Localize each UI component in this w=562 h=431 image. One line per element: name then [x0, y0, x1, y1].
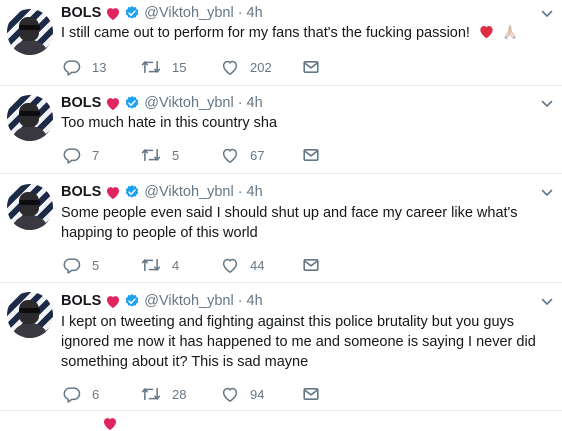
envelope-icon [303, 259, 319, 271]
tweet-timestamp[interactable]: 4h [247, 184, 263, 200]
reply-button[interactable]: 5 [63, 255, 99, 275]
reply-icon [63, 147, 81, 164]
direct-message-button[interactable] [303, 145, 319, 165]
like-button[interactable]: 94 [221, 384, 264, 404]
retweet-button[interactable]: 4 [141, 255, 179, 275]
heart-outline-icon [222, 148, 238, 163]
like-count: 67 [250, 147, 265, 163]
direct-message-button[interactable] [303, 384, 319, 404]
display-name[interactable]: BOLS [61, 5, 101, 21]
retweet-button[interactable]: 15 [141, 57, 186, 77]
envelope-icon [303, 61, 319, 73]
reply-icon [63, 386, 81, 403]
like-count: 202 [250, 59, 272, 75]
tweet-timestamp[interactable]: 4h [247, 293, 263, 309]
heart-outline-icon [222, 258, 238, 273]
red-heart-icon [107, 7, 120, 20]
red-heart-icon [107, 295, 120, 308]
direct-message-button[interactable] [303, 57, 319, 77]
heart-outline-icon [222, 60, 238, 75]
avatar[interactable] [7, 9, 53, 55]
reply-count: 13 [92, 59, 107, 75]
retweet-count: 15 [172, 59, 187, 75]
reply-button[interactable]: 13 [63, 57, 106, 77]
retweet-count: 28 [172, 386, 187, 402]
retweet-icon [141, 387, 161, 401]
chevron-down-icon[interactable] [541, 298, 553, 306]
reply-count: 5 [92, 257, 100, 273]
user-handle[interactable]: @Viktoh_ybnl [144, 5, 233, 21]
reply-icon [63, 59, 81, 76]
retweet-count: 5 [172, 147, 180, 163]
tweet-text: I still came out to perform for my fans … [61, 25, 470, 41]
tweet-text: I kept on tweeting and fighting against … [61, 314, 536, 370]
reply-button[interactable]: 6 [63, 384, 99, 404]
user-handle[interactable]: @Viktoh_ybnl [144, 293, 233, 309]
like-count: 44 [250, 257, 265, 273]
reply-button[interactable]: 7 [63, 145, 99, 165]
retweet-button[interactable]: 5 [141, 145, 179, 165]
tweet-text: Too much hate in this country sha [61, 115, 278, 131]
direct-message-button[interactable] [303, 255, 319, 275]
envelope-icon [303, 149, 319, 161]
retweet-count: 4 [172, 257, 180, 273]
reply-icon [63, 257, 81, 274]
red-heart-icon [107, 186, 120, 199]
tweet-timestamp[interactable]: 4h [247, 5, 263, 21]
retweet-icon [141, 60, 161, 74]
tweet-timestamp[interactable]: 4h [247, 95, 263, 111]
verified-badge-icon [125, 96, 139, 109]
envelope-icon [303, 388, 319, 400]
tweet-1[interactable]: BOLS @Viktoh_ybnl · 4h I still came out … [0, 0, 562, 86]
like-button[interactable]: 44 [221, 255, 264, 275]
retweet-icon [141, 258, 161, 272]
avatar[interactable] [7, 292, 53, 338]
tweet-text: Some people even said I should shut up a… [61, 205, 518, 241]
reply-count: 7 [92, 147, 100, 163]
like-button[interactable]: 67 [221, 145, 264, 165]
user-handle[interactable]: @Viktoh_ybnl [144, 95, 233, 111]
like-count: 94 [250, 386, 265, 402]
red-heart-emoji-icon [480, 26, 493, 39]
heart-outline-icon [222, 387, 238, 402]
verified-badge-icon [125, 185, 139, 198]
avatar[interactable] [7, 184, 53, 230]
retweet-button[interactable]: 28 [141, 384, 186, 404]
tweet-4[interactable]: BOLS @Viktoh_ybnl · 4h I kept on tweetin… [0, 283, 562, 411]
chevron-down-icon[interactable] [541, 10, 553, 18]
display-name[interactable]: BOLS [61, 95, 101, 111]
verified-badge-icon [125, 294, 139, 307]
separator-dot: · [237, 293, 243, 309]
reply-count: 6 [92, 386, 100, 402]
separator-dot: · [237, 95, 243, 111]
separator-dot: · [237, 5, 243, 21]
retweet-icon [141, 148, 161, 162]
display-name[interactable]: BOLS [61, 293, 101, 309]
like-button[interactable]: 202 [221, 57, 272, 77]
tweet-3[interactable]: BOLS @Viktoh_ybnl · 4h Some people even … [0, 174, 562, 283]
chevron-down-icon[interactable] [541, 189, 553, 197]
verified-badge-icon [125, 6, 139, 19]
tweet-2[interactable]: BOLS @Viktoh_ybnl · 4h Too much hate in … [0, 86, 562, 174]
avatar[interactable] [7, 95, 53, 141]
chevron-down-icon[interactable] [541, 100, 553, 108]
display-name[interactable]: BOLS [61, 184, 101, 200]
user-handle[interactable]: @Viktoh_ybnl [144, 184, 233, 200]
red-heart-icon [104, 418, 116, 431]
separator-dot: · [237, 184, 243, 200]
folded-hands-emoji-icon [504, 25, 516, 40]
red-heart-icon [107, 97, 120, 110]
